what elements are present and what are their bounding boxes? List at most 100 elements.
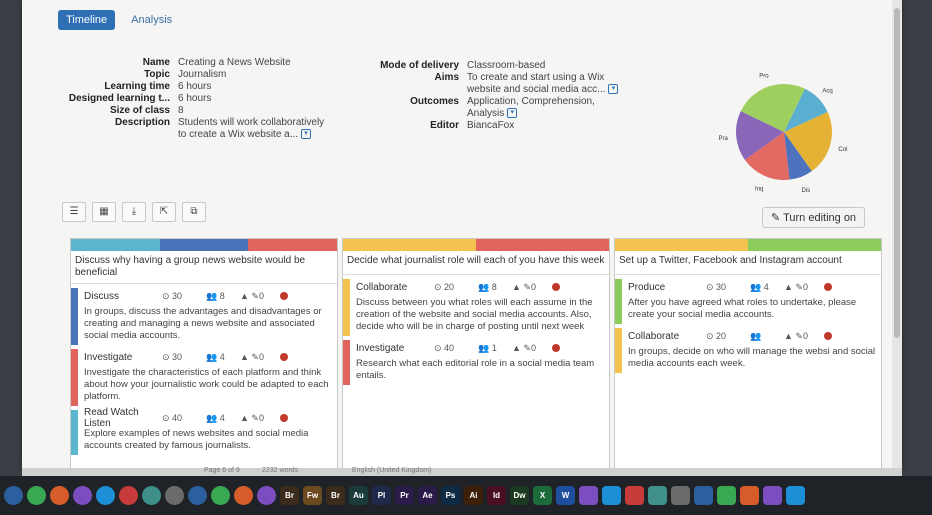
dock-app-icon[interactable] bbox=[763, 486, 782, 505]
download-icon[interactable]: ⤓ bbox=[122, 202, 146, 222]
dock-app-icon[interactable] bbox=[671, 486, 690, 505]
group-size: 👥 bbox=[750, 330, 762, 341]
meta-value: Students will work collaboratively bbox=[178, 117, 325, 128]
dock-app-id[interactable]: Id bbox=[487, 486, 506, 505]
delete-activity-icon[interactable] bbox=[552, 283, 560, 291]
vertical-scrollbar[interactable] bbox=[892, 0, 902, 468]
delete-activity-icon[interactable] bbox=[824, 332, 832, 340]
activity-item[interactable]: Discuss ⊙ 30 👥 8 ▲ ✎0 In groups, discuss… bbox=[71, 288, 333, 345]
activity-item[interactable]: Produce ⊙ 30 👥 4 ▲ ✎0 After you have agr… bbox=[615, 279, 877, 324]
dock-app-icon[interactable] bbox=[142, 486, 161, 505]
dock-app-icon[interactable] bbox=[579, 486, 598, 505]
dock-app-fw[interactable]: Fw bbox=[303, 486, 322, 505]
resources: ▲ ✎0 bbox=[512, 342, 536, 353]
meta-key: Name bbox=[142, 57, 170, 68]
group-size: 👥 8 bbox=[206, 290, 225, 301]
expand-icon[interactable]: ▾ bbox=[608, 84, 619, 94]
delete-activity-icon[interactable] bbox=[280, 292, 288, 300]
meta-row: Size of class 8 bbox=[60, 105, 324, 117]
dock-app-icon[interactable] bbox=[717, 486, 736, 505]
duration: ⊙ 20 bbox=[706, 330, 727, 341]
duration-value: 30 bbox=[716, 281, 727, 292]
learning-type-segment bbox=[615, 239, 748, 251]
meta-value: 8 bbox=[178, 105, 184, 116]
group-size: 👥 4 bbox=[206, 351, 225, 362]
activity-color-stripe bbox=[343, 279, 350, 336]
dock-app-icon[interactable] bbox=[257, 486, 276, 505]
dock-app-icon[interactable] bbox=[211, 486, 230, 505]
learning-type-bar bbox=[71, 239, 337, 251]
dock-app-icon[interactable] bbox=[96, 486, 115, 505]
dock-app-ps[interactable]: Ps bbox=[441, 486, 460, 505]
meta-row: Name Creating a News Website bbox=[60, 57, 324, 69]
duration-value: 30 bbox=[172, 351, 183, 362]
tab-analysis[interactable]: Analysis bbox=[123, 10, 180, 30]
duration-value: 40 bbox=[444, 342, 455, 353]
session-title: Decide what journalist role will each of… bbox=[343, 251, 609, 275]
dock-app-icon[interactable] bbox=[188, 486, 207, 505]
meta-key: Aims bbox=[434, 72, 459, 83]
learning-type-segment bbox=[748, 239, 881, 251]
group-size: 👥 4 bbox=[206, 412, 225, 423]
dock-app-x[interactable]: X bbox=[533, 486, 552, 505]
delete-activity-icon[interactable] bbox=[280, 414, 288, 422]
activity-header: Investigate ⊙ 30 👥 4 ▲ ✎0 bbox=[84, 349, 333, 365]
tab-timeline[interactable]: Timeline bbox=[58, 10, 116, 30]
dock-app-icon[interactable] bbox=[73, 486, 92, 505]
dock-app-icon[interactable] bbox=[786, 486, 805, 505]
dock-app-pr[interactable]: Pr bbox=[395, 486, 414, 505]
resources: ▲ ✎0 bbox=[240, 290, 264, 301]
dock-app-br[interactable]: Br bbox=[280, 486, 299, 505]
dock-app-ai[interactable]: Ai bbox=[464, 486, 483, 505]
activity-header: Discuss ⊙ 30 👥 8 ▲ ✎0 bbox=[84, 288, 333, 304]
dock-app-icon[interactable] bbox=[234, 486, 253, 505]
delete-activity-icon[interactable] bbox=[552, 344, 560, 352]
expand-icon[interactable]: ▾ bbox=[301, 129, 312, 139]
dock-app-w[interactable]: W bbox=[556, 486, 575, 505]
dock-app-icon[interactable] bbox=[50, 486, 69, 505]
dock-app-icon[interactable] bbox=[694, 486, 713, 505]
meta-row: Outcomes Application, Comprehension, bbox=[347, 96, 618, 108]
dock-app-icon[interactable] bbox=[4, 486, 23, 505]
dock-app-icon[interactable] bbox=[740, 486, 759, 505]
list-view-icon[interactable]: ☰ bbox=[62, 202, 86, 222]
dock-app-icon[interactable] bbox=[119, 486, 138, 505]
activity-item[interactable]: Collaborate ⊙ 20 👥 ▲ ✎0 In groups, decid… bbox=[615, 328, 877, 373]
delete-activity-icon[interactable] bbox=[824, 283, 832, 291]
dock-app-au[interactable]: Au bbox=[349, 486, 368, 505]
dock-app-icon[interactable] bbox=[602, 486, 621, 505]
timeline-session-card[interactable]: Decide what journalist role will each of… bbox=[342, 238, 610, 468]
duration: ⊙ 20 bbox=[434, 281, 455, 292]
meta-key: Size of class bbox=[109, 105, 170, 116]
scrollbar-thumb[interactable] bbox=[894, 8, 900, 338]
meta-row: Mode of delivery Classroom-based bbox=[347, 60, 618, 72]
turn-editing-on-button[interactable]: ✎ Turn editing on bbox=[762, 207, 866, 228]
activity-item[interactable]: Read Watch Listen ⊙ 40 👥 4 ▲ ✎0 Explore … bbox=[71, 407, 333, 455]
resources: ▲ ✎0 bbox=[240, 351, 264, 362]
grid-view-icon[interactable]: ▦ bbox=[92, 202, 116, 222]
pie-label: Inq bbox=[755, 187, 763, 193]
export-icon[interactable]: ⇱ bbox=[152, 202, 176, 222]
dock-app-dw[interactable]: Dw bbox=[510, 486, 529, 505]
timeline-session-card[interactable]: Discuss why having a group news website … bbox=[70, 238, 338, 468]
expand-icon[interactable]: ▾ bbox=[507, 108, 518, 118]
dock-app-icon[interactable] bbox=[27, 486, 46, 505]
dock-app-icon[interactable] bbox=[625, 486, 644, 505]
timeline-session-card[interactable]: Set up a Twitter, Facebook and Instagram… bbox=[614, 238, 882, 468]
activity-name: Collaborate bbox=[628, 330, 680, 342]
delete-activity-icon[interactable] bbox=[280, 353, 288, 361]
meta-value: BiancaFox bbox=[467, 120, 515, 131]
dock-app-pl[interactable]: Pl bbox=[372, 486, 391, 505]
dock-app-icon[interactable] bbox=[165, 486, 184, 505]
dock-app-icon[interactable] bbox=[648, 486, 667, 505]
activity-item[interactable]: Collaborate ⊙ 20 👥 8 ▲ ✎0 Discuss betwee… bbox=[343, 279, 605, 336]
dock-app-br[interactable]: Br bbox=[326, 486, 345, 505]
activity-header: Collaborate ⊙ 20 👥 ▲ ✎0 bbox=[628, 328, 877, 344]
dock-app-ae[interactable]: Ae bbox=[418, 486, 437, 505]
copy-icon[interactable]: ⧉ bbox=[182, 202, 206, 222]
activity-color-stripe bbox=[71, 288, 78, 345]
activity-item[interactable]: Investigate ⊙ 40 👥 1 ▲ ✎0 Research what … bbox=[343, 340, 605, 385]
activity-item[interactable]: Investigate ⊙ 30 👥 4 ▲ ✎0 Investigate th… bbox=[71, 349, 333, 406]
meta-row: Editor BiancaFox bbox=[347, 120, 618, 132]
meta-value: 6 hours bbox=[178, 81, 212, 92]
